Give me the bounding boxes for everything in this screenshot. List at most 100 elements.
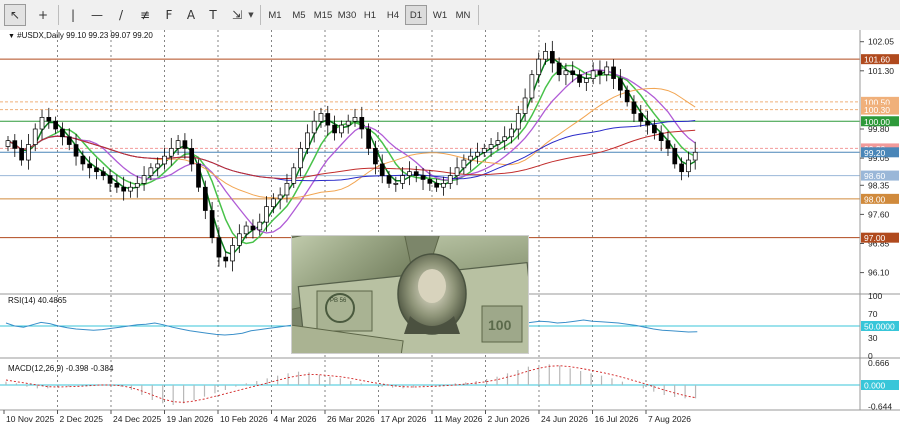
candle-body (250, 225, 256, 231)
macd-tick-label: 0.666 (868, 358, 890, 368)
candle-body (243, 225, 249, 235)
time-label: 2 Jun 2026 (488, 414, 530, 424)
candle-body (631, 101, 637, 114)
timeframe-h4[interactable]: H4 (382, 5, 404, 25)
timeframe-h1[interactable]: H1 (359, 5, 381, 25)
macd-label: MACD(12,26,9) -0.398 -0.384 (8, 364, 114, 373)
candle-body (413, 171, 419, 176)
vertical-line-icon[interactable]: | (62, 4, 84, 26)
candle-body (26, 144, 31, 161)
candle-body (420, 175, 426, 180)
text-label-icon[interactable]: T (202, 4, 224, 26)
level-label: 98.00 (864, 194, 886, 204)
time-label: 17 Apr 2026 (381, 414, 427, 424)
chart-background (0, 30, 900, 429)
candle-body (611, 66, 616, 79)
rsi-tick-label: 100 (868, 291, 882, 301)
candle-body (162, 155, 167, 165)
level-label: 100.30 (864, 105, 890, 115)
candle-body (624, 89, 630, 103)
cursor-icon[interactable]: ↖ (4, 4, 26, 26)
candle-body (39, 117, 45, 130)
timeframe-mn[interactable]: MN (452, 5, 474, 25)
candle-body (5, 140, 11, 147)
candle-body (100, 171, 106, 176)
channel-icon[interactable]: ≢ (134, 4, 156, 26)
level-label: 100.00 (864, 117, 890, 127)
candle-body (298, 148, 303, 169)
trend-line-icon[interactable]: / (110, 4, 132, 26)
shapes-dropdown-icon[interactable]: ▼ (246, 5, 256, 25)
candle-body (488, 144, 494, 149)
candle-body (672, 148, 678, 165)
time-label: 7 Aug 2026 (648, 414, 691, 424)
crosshair-icon[interactable]: + (32, 4, 54, 26)
candle-body (686, 159, 691, 173)
horizontal-line-icon[interactable]: — (86, 4, 108, 26)
fibonacci-icon[interactable]: F (158, 4, 180, 26)
time-label: 2 Dec 2025 (60, 414, 104, 424)
candle-body (80, 155, 86, 165)
time-label: 26 Mar 2026 (327, 414, 375, 424)
candle-body (652, 124, 657, 134)
toolbar: ↖ + | — / ≢ F A T ⇲ ▼ M1 M5 M15 M30 H1 H… (0, 0, 900, 31)
rsi-tick-label: 70 (868, 309, 878, 319)
price-tick-label: 97.60 (868, 209, 890, 219)
time-label: 10 Nov 2025 (6, 414, 54, 424)
timeframe-m15[interactable]: M15 (311, 5, 335, 25)
candle-body (543, 51, 548, 60)
timeframe-w1[interactable]: W1 (429, 5, 451, 25)
shapes-icon[interactable]: ⇲ (226, 4, 248, 26)
time-label: 4 Mar 2026 (274, 414, 317, 424)
candle-body (32, 128, 38, 145)
candle-body (216, 237, 222, 258)
time-label: 24 Dec 2025 (113, 414, 161, 424)
candle-body (427, 179, 433, 184)
candle-body (291, 167, 297, 184)
candle-body (495, 140, 501, 145)
price-chart[interactable]: 10 Nov 2025 2 Dec 2025 24 Dec 2025 19 Jan 2… (0, 30, 900, 429)
candle-body (12, 140, 18, 149)
candle-body (434, 182, 439, 188)
candle-body (94, 167, 99, 173)
candle-body (536, 58, 542, 76)
timeframe-m1[interactable]: M1 (264, 5, 286, 25)
candle-body (597, 70, 603, 76)
timeframe-d1[interactable]: D1 (405, 5, 427, 25)
candle-body (590, 70, 596, 79)
candle-body (128, 186, 133, 192)
collapse-triangle-icon[interactable]: ▼ (8, 33, 15, 40)
text-icon[interactable]: A (180, 4, 202, 26)
candle-body (325, 113, 331, 126)
candle-body (658, 132, 664, 142)
candle-body (209, 210, 215, 239)
candle-body (311, 120, 317, 134)
candle-body (645, 120, 650, 126)
candle-body (175, 140, 181, 149)
candle-body (271, 198, 276, 207)
candle-body (638, 113, 644, 122)
toolbar-separator (260, 5, 261, 25)
time-label: 16 Jul 2026 (595, 414, 639, 424)
candle-body (223, 256, 229, 262)
candle-body (570, 70, 576, 76)
candle-body (345, 120, 351, 126)
candle-body (121, 186, 127, 192)
candle-body (366, 128, 371, 149)
candle-body (549, 51, 555, 64)
candle-body (264, 206, 269, 223)
candle-body (202, 186, 208, 211)
candle-body (679, 163, 684, 173)
candle-body (352, 117, 358, 122)
candle-body (332, 124, 337, 134)
candle-body (400, 175, 405, 184)
candle-body (141, 175, 147, 184)
price-tick-label: 98.35 (868, 180, 890, 190)
level-label: 97.00 (864, 233, 886, 243)
candle-body (19, 148, 24, 161)
timeframe-m30[interactable]: M30 (335, 5, 359, 25)
candle-body (604, 66, 610, 76)
candle-body (563, 70, 569, 76)
macd-level-label: 0.000 (864, 381, 886, 391)
timeframe-m5[interactable]: M5 (288, 5, 310, 25)
